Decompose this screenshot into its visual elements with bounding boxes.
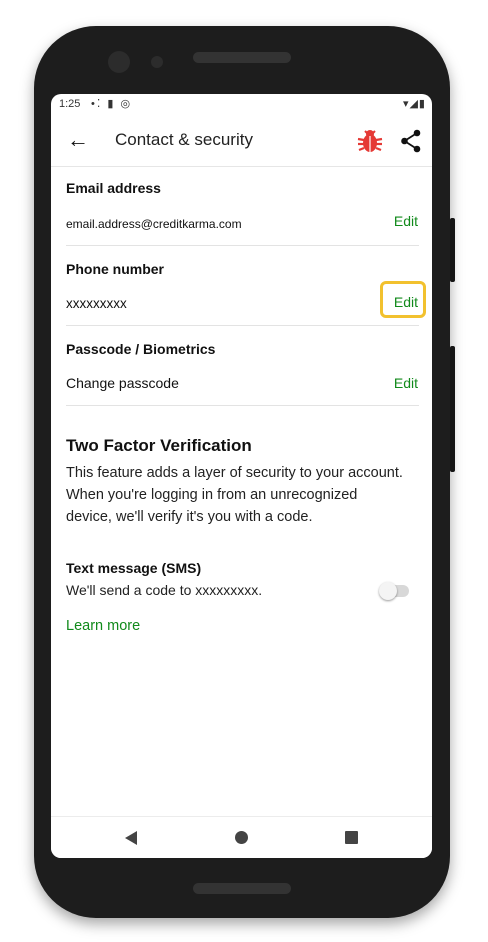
- notification-icons: •⁚ ▮ ◎: [91, 98, 133, 110]
- phone-section-label: Phone number: [66, 261, 165, 277]
- back-arrow-icon[interactable]: ←: [67, 128, 89, 152]
- status-bar: 1:25 •⁚ ▮ ◎ ▾◢▮: [51, 94, 432, 116]
- nav-home-icon[interactable]: [235, 831, 248, 844]
- nav-back-icon[interactable]: [125, 831, 137, 845]
- phone-value: xxxxxxxxx: [66, 296, 127, 311]
- two-factor-description: This feature adds a layer of security to…: [66, 465, 403, 525]
- two-factor-title: Two Factor Verification: [66, 436, 252, 455]
- bug-icon[interactable]: [356, 127, 384, 155]
- sms-description: We'll send a code to xxxxxxxxx.: [66, 582, 263, 598]
- passcode-section-label: Passcode / Biometrics: [66, 341, 216, 357]
- sms-label: Text message (SMS): [66, 560, 202, 576]
- power-button: [450, 218, 455, 282]
- app-bar: ← Contact & security: [51, 116, 432, 167]
- earpiece-speaker: [193, 52, 291, 63]
- email-value: email.address@creditkarma.com: [66, 217, 242, 231]
- share-icon[interactable]: [400, 129, 422, 153]
- status-time: 1:25: [59, 98, 81, 110]
- system-nav-bar: [51, 816, 432, 858]
- system-status-icons: ▾◢▮: [402, 98, 426, 110]
- learn-more-link[interactable]: Learn more: [66, 618, 140, 634]
- nav-recents-icon[interactable]: [345, 831, 358, 844]
- toggle-knob: [379, 582, 397, 600]
- divider: [66, 245, 419, 246]
- change-passcode-text: Change passcode: [66, 375, 179, 391]
- edit-email-button[interactable]: Edit: [394, 213, 418, 229]
- edit-phone-highlight: [380, 281, 426, 318]
- edit-passcode-button[interactable]: Edit: [394, 375, 418, 391]
- bottom-speaker: [193, 883, 291, 894]
- proximity-sensor: [151, 56, 163, 68]
- page-title: Contact & security: [115, 130, 253, 149]
- divider: [66, 405, 419, 406]
- email-section-label: Email address: [66, 180, 161, 196]
- volume-button: [450, 346, 455, 472]
- front-camera: [108, 51, 130, 73]
- sms-toggle[interactable]: [379, 582, 409, 600]
- divider: [66, 325, 419, 326]
- phone-screen: 1:25 •⁚ ▮ ◎ ▾◢▮ ← Contact & security Ema…: [51, 94, 432, 858]
